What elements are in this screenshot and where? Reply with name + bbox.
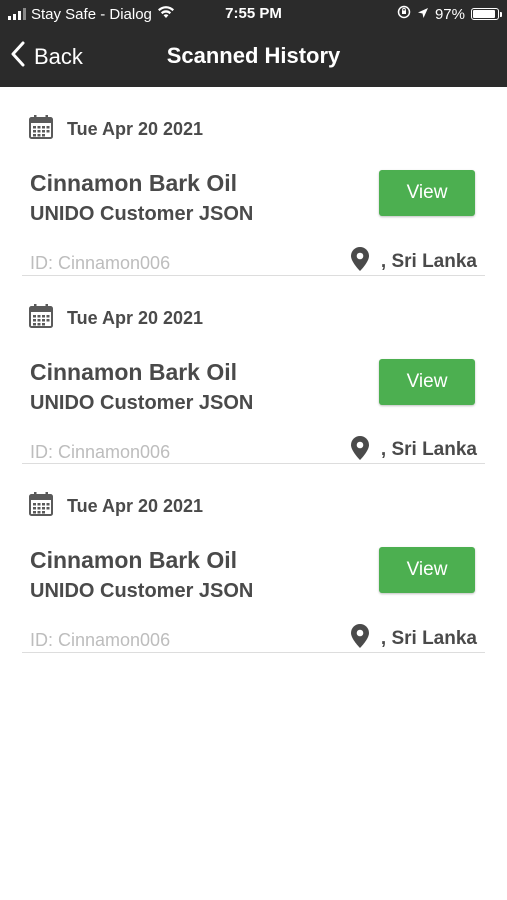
product-source: UNIDO Customer JSON bbox=[30, 391, 254, 414]
nav-bar: Back Scanned History bbox=[0, 30, 507, 87]
header: Stay Safe - Dialog 7:55 PM 97% Back Scan… bbox=[0, 0, 507, 87]
date-row: Tue Apr 20 2021 bbox=[28, 114, 203, 145]
battery-level bbox=[473, 10, 495, 18]
product-name: Cinnamon Bark Oil bbox=[30, 170, 238, 196]
product-id: ID: Cinnamon006 bbox=[30, 253, 171, 273]
calendar-icon bbox=[28, 491, 54, 522]
location-text: , Sri Lanka bbox=[380, 250, 477, 272]
map-pin-icon bbox=[350, 624, 369, 653]
history-item: Tue Apr 20 2021 Cinnamon Bark Oil UNIDO … bbox=[22, 276, 485, 465]
calendar-icon bbox=[28, 114, 54, 145]
map-pin-icon bbox=[350, 247, 369, 276]
product-source: UNIDO Customer JSON bbox=[30, 580, 254, 602]
product-id: ID: Cinnamon006 bbox=[30, 441, 171, 462]
scan-date: Tue Apr 20 2021 bbox=[67, 119, 204, 139]
location: , Sri Lanka bbox=[350, 247, 477, 276]
date-row: Tue Apr 20 2021 bbox=[28, 491, 203, 522]
battery-percent: 97% bbox=[434, 5, 465, 23]
view-button[interactable]: View bbox=[379, 547, 475, 593]
location-text: , Sri Lanka bbox=[380, 439, 477, 460]
location: , Sri Lanka bbox=[350, 435, 477, 465]
lock-rotation-icon bbox=[397, 5, 411, 23]
scan-date: Tue Apr 20 2021 bbox=[67, 496, 204, 516]
scan-date: Tue Apr 20 2021 bbox=[67, 307, 204, 328]
battery-icon bbox=[471, 8, 502, 20]
history-item: Tue Apr 20 2021 Cinnamon Bark Oil UNIDO … bbox=[22, 464, 485, 653]
map-pin-icon bbox=[350, 435, 369, 465]
scan-history-list: Tue Apr 20 2021 Cinnamon Bark Oil UNIDO … bbox=[0, 87, 507, 653]
status-bar: Stay Safe - Dialog 7:55 PM 97% bbox=[0, 0, 507, 30]
page-title: Scanned History bbox=[166, 43, 341, 68]
screen: Stay Safe - Dialog 7:55 PM 97% Back Scan… bbox=[0, 0, 507, 900]
location: , Sri Lanka bbox=[350, 624, 477, 653]
product-id: ID: Cinnamon006 bbox=[30, 630, 171, 650]
product-source: UNIDO Customer JSON bbox=[30, 203, 254, 225]
date-row: Tue Apr 20 2021 bbox=[28, 303, 203, 334]
location-arrow-icon bbox=[417, 6, 429, 23]
view-button[interactable]: View bbox=[379, 170, 475, 216]
product-name: Cinnamon Bark Oil bbox=[30, 547, 238, 573]
status-bar-right: 97% bbox=[397, 5, 502, 23]
product-name: Cinnamon Bark Oil bbox=[30, 358, 238, 385]
view-button[interactable]: View bbox=[379, 358, 475, 405]
location-text: , Sri Lanka bbox=[380, 627, 477, 649]
calendar-icon bbox=[28, 303, 54, 334]
history-item: Tue Apr 20 2021 Cinnamon Bark Oil UNIDO … bbox=[22, 87, 485, 276]
